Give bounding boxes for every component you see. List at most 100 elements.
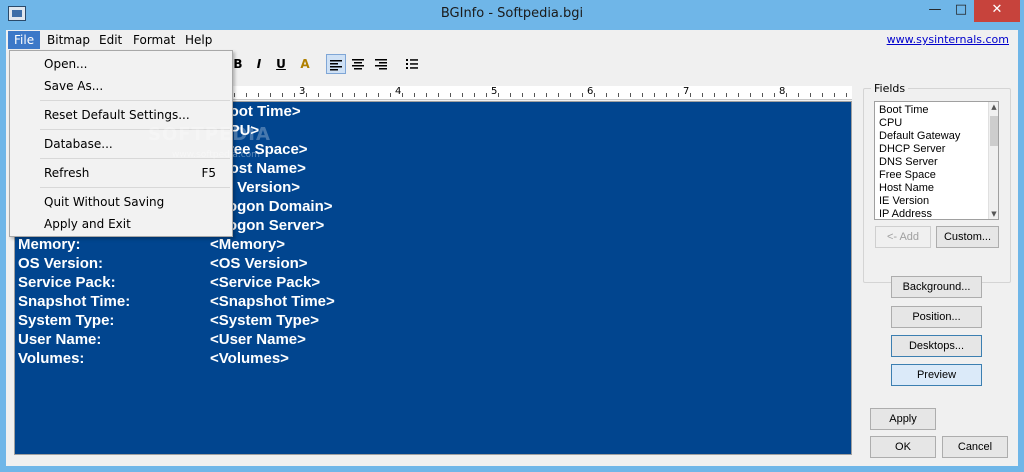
menu-bitmap[interactable]: Bitmap bbox=[41, 31, 96, 49]
ruler-tick bbox=[654, 93, 655, 97]
align-center-icon[interactable] bbox=[348, 54, 368, 74]
position-button[interactable]: Position... bbox=[891, 306, 982, 328]
ruler-tick bbox=[330, 93, 331, 97]
ruler-tick bbox=[750, 93, 751, 97]
ruler-tick bbox=[690, 93, 691, 97]
ruler-tick bbox=[366, 93, 367, 97]
bullet-list-glyph bbox=[406, 59, 418, 69]
ruler-tick bbox=[294, 93, 295, 97]
fields-scrollbar[interactable]: ▲ ▼ bbox=[988, 102, 998, 219]
cancel-button[interactable]: Cancel bbox=[942, 436, 1008, 458]
menu-refresh-accel: F5 bbox=[201, 166, 216, 180]
preview-button[interactable]: Preview bbox=[891, 364, 982, 386]
ruler-tick bbox=[402, 93, 403, 97]
add-field-button[interactable]: <- Add bbox=[875, 226, 931, 248]
row-value: <OS Version> bbox=[210, 255, 308, 272]
ruler-tick bbox=[498, 93, 499, 97]
menu-edit[interactable]: Edit bbox=[93, 31, 128, 49]
menu-open[interactable]: Open... bbox=[12, 54, 230, 74]
background-button[interactable]: Background... bbox=[891, 276, 982, 298]
menu-separator bbox=[40, 187, 230, 188]
font-color-icon[interactable]: A bbox=[295, 54, 315, 74]
row-value: <Snapshot Time> bbox=[210, 293, 335, 310]
ruler-tick bbox=[438, 93, 439, 97]
ruler-tick bbox=[582, 93, 583, 97]
align-left-icon[interactable] bbox=[326, 54, 346, 74]
menu-help[interactable]: Help bbox=[179, 31, 218, 49]
menu-bar: File Bitmap Edit Format Help www.sysinte… bbox=[6, 30, 1018, 50]
ok-button[interactable]: OK bbox=[870, 436, 936, 458]
field-option[interactable]: IE Version bbox=[879, 195, 929, 208]
field-option[interactable]: DNS Server bbox=[879, 156, 938, 169]
ruler-tick bbox=[234, 93, 235, 97]
field-option[interactable]: DHCP Server bbox=[879, 143, 945, 156]
ruler-tick bbox=[570, 93, 571, 97]
menu-quit-without-saving[interactable]: Quit Without Saving bbox=[12, 192, 230, 212]
ruler-tick bbox=[666, 93, 667, 97]
menu-reset-label: Reset Default Settings... bbox=[44, 108, 190, 122]
align-center-glyph bbox=[352, 59, 364, 70]
field-option[interactable]: Boot Time bbox=[879, 104, 929, 117]
underline-icon[interactable]: U bbox=[271, 54, 291, 74]
softpedia-watermark: SOFTPEDIA bbox=[148, 124, 271, 145]
menu-database-label: Database... bbox=[44, 137, 113, 151]
menu-format[interactable]: Format bbox=[127, 31, 181, 49]
menu-apply-and-exit[interactable]: Apply and Exit bbox=[12, 214, 230, 234]
ruler-tick bbox=[618, 93, 619, 97]
menu-quit-label: Quit Without Saving bbox=[44, 195, 165, 209]
row-label: Snapshot Time: bbox=[18, 293, 131, 310]
ruler-tick bbox=[354, 93, 355, 97]
ruler-number: 6 bbox=[587, 86, 594, 97]
menu-save-as-label: Save As... bbox=[44, 79, 104, 93]
fields-caption: Fields bbox=[871, 82, 909, 95]
ruler-tick bbox=[522, 93, 523, 97]
sysinternals-link[interactable]: www.sysinternals.com bbox=[887, 33, 1009, 46]
menu-refresh[interactable]: Refresh F5 bbox=[12, 163, 230, 183]
ruler-tick bbox=[714, 93, 715, 97]
ruler-tick bbox=[630, 93, 631, 97]
menu-reset-default-settings[interactable]: Reset Default Settings... bbox=[12, 105, 230, 125]
field-option[interactable]: Host Name bbox=[879, 182, 934, 195]
field-option[interactable]: CPU bbox=[879, 117, 902, 130]
row-label: System Type: bbox=[18, 312, 115, 329]
menu-save-as[interactable]: Save As... bbox=[12, 76, 230, 96]
italic-icon[interactable]: I bbox=[249, 54, 269, 74]
title-bar[interactable]: BGInfo - Softpedia.bgi — □ ✕ bbox=[0, 0, 1024, 30]
ruler-tick bbox=[810, 93, 811, 97]
ruler-tick bbox=[594, 93, 595, 97]
softpedia-watermark-url: www.softpedia.com bbox=[172, 150, 260, 160]
scroll-up-icon[interactable]: ▲ bbox=[989, 102, 998, 112]
scroll-thumb[interactable] bbox=[990, 116, 998, 146]
ruler-tick bbox=[702, 93, 703, 97]
ruler-number: 8 bbox=[779, 86, 786, 97]
menu-file[interactable]: File bbox=[8, 31, 41, 49]
minimize-button[interactable]: — bbox=[922, 0, 948, 22]
bullet-list-icon[interactable] bbox=[402, 54, 422, 74]
desktops-button[interactable]: Desktops... bbox=[891, 335, 982, 357]
field-option[interactable]: IP Address bbox=[879, 208, 932, 219]
ruler-tick bbox=[318, 93, 319, 97]
ruler-tick bbox=[474, 93, 475, 97]
row-value: <System Type> bbox=[210, 312, 319, 329]
field-option[interactable]: Default Gateway bbox=[879, 130, 960, 143]
row-value: <Service Pack> bbox=[210, 274, 321, 291]
ruler-number: 5 bbox=[491, 86, 498, 97]
ruler-tick bbox=[726, 93, 727, 97]
align-right-icon[interactable] bbox=[371, 54, 391, 74]
apply-button[interactable]: Apply bbox=[870, 408, 936, 430]
field-option[interactable]: Free Space bbox=[879, 169, 936, 182]
row-label: Memory: bbox=[18, 236, 81, 253]
fields-listbox[interactable]: Boot Time CPU Default Gateway DHCP Serve… bbox=[874, 101, 999, 220]
maximize-button[interactable]: □ bbox=[948, 0, 974, 22]
close-button[interactable]: ✕ bbox=[974, 0, 1020, 22]
custom-field-button[interactable]: Custom... bbox=[936, 226, 999, 248]
window-title: BGInfo - Softpedia.bgi bbox=[440, 6, 584, 21]
ruler-tick bbox=[462, 93, 463, 97]
scroll-down-icon[interactable]: ▼ bbox=[989, 209, 998, 219]
ruler-tick bbox=[678, 93, 679, 97]
menu-separator bbox=[40, 100, 230, 101]
ruler-tick bbox=[258, 93, 259, 97]
ruler-tick bbox=[558, 93, 559, 97]
ruler-tick bbox=[378, 93, 379, 97]
ruler-tick bbox=[642, 93, 643, 97]
